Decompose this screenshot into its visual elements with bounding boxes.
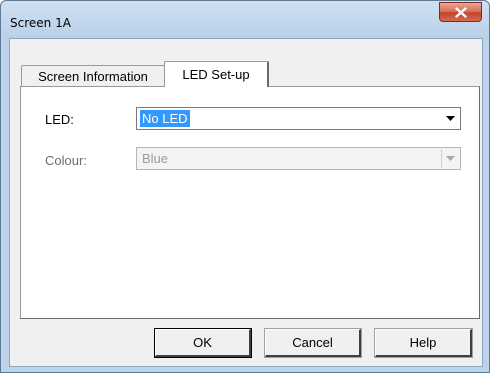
chevron-down-icon [441, 149, 459, 168]
ok-button[interactable]: OK [154, 328, 252, 358]
tab-label: LED Set-up [182, 67, 250, 82]
dialog-window: Screen 1A Screen Information LED Set-up … [0, 0, 490, 373]
dialog-body: Screen Information LED Set-up LED: No LE… [9, 38, 483, 367]
chevron-down-icon[interactable] [441, 109, 459, 128]
close-button[interactable] [439, 2, 482, 22]
led-selected-value: No LED [139, 109, 191, 128]
close-icon [454, 6, 467, 18]
colour-select: Blue [136, 147, 461, 170]
title-bar[interactable]: Screen 1A [1, 1, 489, 39]
led-setup-panel: LED: No LED Colour: Blue [20, 86, 480, 319]
window-title: Screen 1A [10, 16, 71, 30]
led-label: LED: [45, 112, 74, 127]
led-select[interactable]: No LED [136, 107, 461, 130]
tab-led-setup[interactable]: LED Set-up [164, 61, 269, 87]
tab-label: Screen Information [38, 68, 148, 84]
tab-screen-information[interactable]: Screen Information [21, 65, 165, 86]
help-button[interactable]: Help [374, 328, 473, 358]
colour-selected-value: Blue [142, 151, 169, 166]
cancel-button[interactable]: Cancel [264, 328, 362, 358]
colour-label: Colour: [45, 153, 87, 168]
